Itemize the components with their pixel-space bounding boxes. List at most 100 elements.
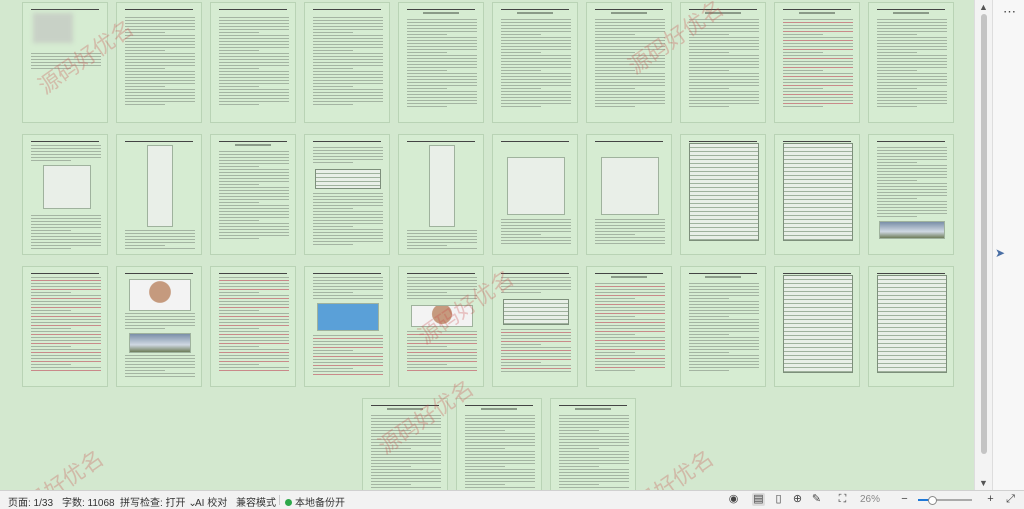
web-view-icon[interactable]: ⊕ bbox=[791, 493, 804, 506]
text-line bbox=[689, 79, 759, 80]
text-line bbox=[407, 34, 447, 35]
page-thumbnail-6[interactable] bbox=[492, 2, 578, 123]
text-line bbox=[689, 85, 759, 86]
text-line bbox=[219, 154, 289, 155]
read-mode-icon[interactable]: ▯ bbox=[772, 493, 785, 506]
page-thumbnail-25[interactable] bbox=[398, 266, 484, 387]
text-line bbox=[783, 88, 823, 89]
page-thumbnail-22[interactable] bbox=[116, 266, 202, 387]
page-thumbnail-33[interactable] bbox=[550, 398, 636, 490]
page-thumbnail-26[interactable] bbox=[492, 266, 578, 387]
right-side-panel: ⋯ ➤ bbox=[992, 0, 1024, 490]
page-thumbnail-14[interactable] bbox=[304, 134, 390, 255]
page-thumbnail-12[interactable] bbox=[116, 134, 202, 255]
fit-page-icon[interactable]: ⛶ bbox=[836, 493, 849, 506]
page-thumbnail-11[interactable] bbox=[22, 134, 108, 255]
text-line bbox=[407, 85, 477, 86]
text-line bbox=[559, 466, 599, 467]
page-thumbnail-1[interactable] bbox=[22, 2, 108, 123]
text-line bbox=[559, 463, 629, 464]
scroll-up-icon[interactable]: ▲ bbox=[979, 2, 988, 12]
zoom-slider-knob[interactable] bbox=[928, 496, 938, 505]
text-line bbox=[313, 56, 383, 57]
text-line bbox=[313, 26, 383, 27]
page-thumbnail-15[interactable] bbox=[398, 134, 484, 255]
text-line bbox=[595, 331, 665, 332]
local-backup-status[interactable]: 本地备份开 bbox=[285, 494, 345, 509]
text-line bbox=[559, 481, 629, 482]
page-thumbnail-17[interactable] bbox=[586, 134, 672, 255]
scroll-down-icon[interactable]: ▼ bbox=[979, 478, 988, 488]
text-line bbox=[595, 225, 665, 226]
fullscreen-icon[interactable]: ⤢ bbox=[1004, 493, 1017, 506]
text-line bbox=[219, 208, 289, 209]
more-options-icon[interactable]: ⋯ bbox=[1003, 4, 1016, 20]
page-thumbnail-21[interactable] bbox=[22, 266, 108, 387]
text-line bbox=[559, 433, 629, 434]
page-thumbnail-19[interactable] bbox=[774, 134, 860, 255]
data-table bbox=[783, 143, 853, 241]
zoom-in-icon[interactable]: + bbox=[984, 493, 997, 506]
text-line bbox=[595, 49, 665, 50]
page-thumbnail-4[interactable] bbox=[304, 2, 390, 123]
text-line bbox=[689, 295, 759, 296]
page-thumbnail-20[interactable] bbox=[868, 134, 954, 255]
text-line bbox=[31, 331, 101, 332]
page-indicator[interactable]: 页面: 1/33 bbox=[8, 494, 53, 509]
page-thumbnail-16[interactable] bbox=[492, 134, 578, 255]
page-thumbnail-10[interactable] bbox=[868, 2, 954, 123]
scrollbar-thumb[interactable] bbox=[981, 14, 987, 454]
document-canvas[interactable]: 源码好优名 源码好优名 源码好优名 源码好优名 源码好优名 源码好优名 bbox=[0, 0, 974, 490]
text-line bbox=[595, 28, 665, 29]
page-thumbnail-2[interactable] bbox=[116, 2, 202, 123]
eye-icon[interactable]: ◉ bbox=[727, 493, 740, 506]
spell-check-toggle[interactable]: 拼写检查: 打开 ⌄ bbox=[120, 494, 197, 509]
page-thumbnail-31[interactable] bbox=[362, 398, 448, 490]
page-thumbnail-23[interactable] bbox=[210, 266, 296, 387]
pen-icon[interactable]: ✎ bbox=[810, 493, 823, 506]
page-thumbnail-9[interactable] bbox=[774, 2, 860, 123]
page-thumbnail-5[interactable] bbox=[398, 2, 484, 123]
page-thumbnail-8[interactable] bbox=[680, 2, 766, 123]
zoom-percentage[interactable]: 26% bbox=[860, 494, 880, 505]
page-thumbnail-32[interactable] bbox=[456, 398, 542, 490]
page-thumbnail-13[interactable] bbox=[210, 134, 296, 255]
page-thumbnail-3[interactable] bbox=[210, 2, 296, 123]
text-line bbox=[783, 46, 853, 47]
text-line bbox=[219, 301, 289, 302]
local-backup-label: 本地备份开 bbox=[295, 498, 345, 509]
page-view-icon[interactable]: ▤ bbox=[752, 493, 765, 506]
word-count[interactable]: 字数: 11068 bbox=[62, 494, 115, 509]
text-line bbox=[877, 198, 917, 199]
vertical-scrollbar[interactable]: ▲ ▼ bbox=[974, 0, 993, 490]
page-thumbnail-29[interactable] bbox=[774, 266, 860, 387]
zoom-out-icon[interactable]: − bbox=[898, 493, 911, 506]
page-thumbnail-27[interactable] bbox=[586, 266, 672, 387]
text-line bbox=[407, 25, 477, 26]
text-line bbox=[595, 243, 665, 244]
text-line bbox=[783, 58, 853, 59]
text-line bbox=[877, 64, 947, 65]
page-thumbnail-24[interactable] bbox=[304, 266, 390, 387]
page-thumbnail-18[interactable] bbox=[680, 134, 766, 255]
zoom-slider[interactable] bbox=[918, 496, 972, 505]
text-line bbox=[689, 91, 759, 92]
text-line bbox=[313, 147, 383, 148]
text-line bbox=[219, 196, 289, 197]
text-line bbox=[125, 95, 195, 96]
page-header-rule bbox=[595, 273, 663, 274]
page-thumbnail-30[interactable] bbox=[868, 266, 954, 387]
page-header-rule bbox=[501, 141, 569, 142]
text-line bbox=[371, 433, 441, 434]
text-line bbox=[501, 61, 571, 62]
text-line bbox=[313, 350, 353, 351]
page-thumbnail-28[interactable] bbox=[680, 266, 766, 387]
ai-proofread-button[interactable]: AI 校对 bbox=[195, 494, 227, 509]
text-line bbox=[31, 245, 101, 246]
page-thumbnail-7[interactable] bbox=[586, 2, 672, 123]
text-line bbox=[313, 20, 383, 21]
text-line bbox=[219, 26, 289, 27]
text-line bbox=[219, 286, 289, 287]
text-line bbox=[313, 77, 383, 78]
text-line bbox=[595, 85, 665, 86]
